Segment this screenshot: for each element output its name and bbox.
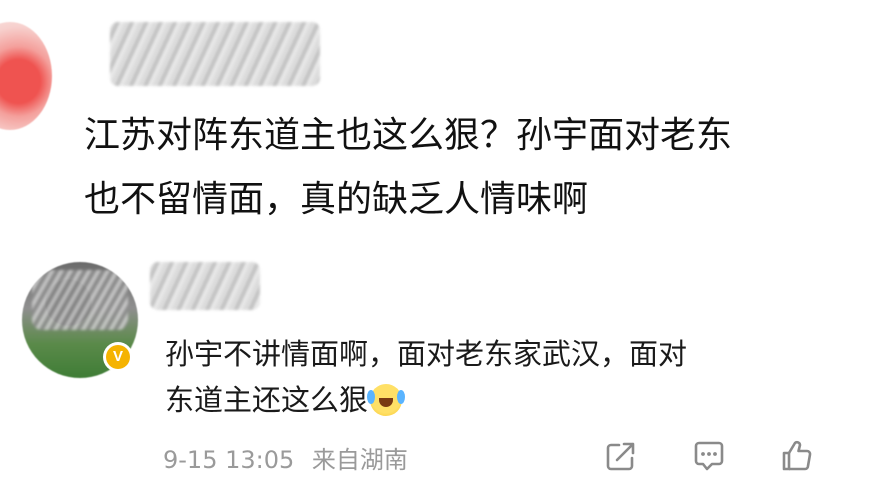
like-button[interactable] (777, 436, 817, 476)
original-comment-text: 江苏对阵东道主也这么狠？孙宇面对老东 也不留情面，真的缺乏人情味啊 (84, 104, 869, 232)
reply-line: 孙宇不讲情面啊，面对老东家武汉，面对 (165, 337, 688, 371)
share-icon (606, 442, 635, 471)
laugh-crying-emoji-icon (367, 384, 403, 416)
redacted-replier-username (150, 262, 260, 310)
verified-badge-icon: V (103, 342, 133, 372)
location-source: 来自湖南 (311, 446, 408, 474)
reply-meta: 9-15 13:05 来自湖南 (163, 440, 408, 475)
original-poster-avatar[interactable] (0, 22, 52, 130)
reply-line: 东道主还这么狠 (165, 377, 815, 423)
timestamp: 9-15 13:05 (163, 446, 295, 474)
comment-button[interactable] (689, 436, 729, 476)
redacted-username (110, 22, 320, 86)
comment-line: 也不留情面，真的缺乏人情味啊 (84, 179, 589, 220)
comment-line: 江苏对阵东道主也这么狠？孙宇面对老东 (84, 115, 733, 156)
comment-icon (694, 441, 724, 471)
reply-line-text: 东道主还这么狠 (165, 383, 369, 417)
like-icon (782, 440, 812, 471)
reply-text: 孙宇不讲情面啊，面对老东家武汉，面对 东道主还这么狠 (165, 331, 815, 423)
share-button[interactable] (601, 436, 641, 476)
